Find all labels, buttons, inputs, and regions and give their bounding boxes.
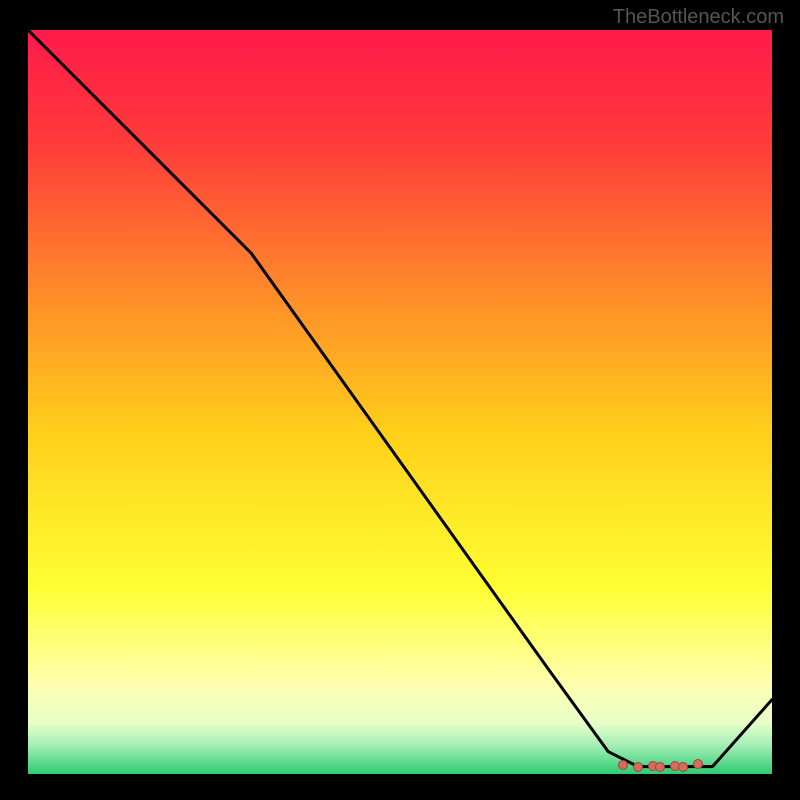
highlight-dot [655, 762, 665, 772]
highlight-dot [678, 762, 688, 772]
highlight-dot [693, 759, 703, 769]
watermark-text: TheBottleneck.com [613, 6, 784, 29]
highlight-dot [618, 760, 628, 770]
highlight-dots-layer [28, 30, 772, 774]
plot-area [28, 30, 772, 774]
highlight-dot [633, 762, 643, 772]
